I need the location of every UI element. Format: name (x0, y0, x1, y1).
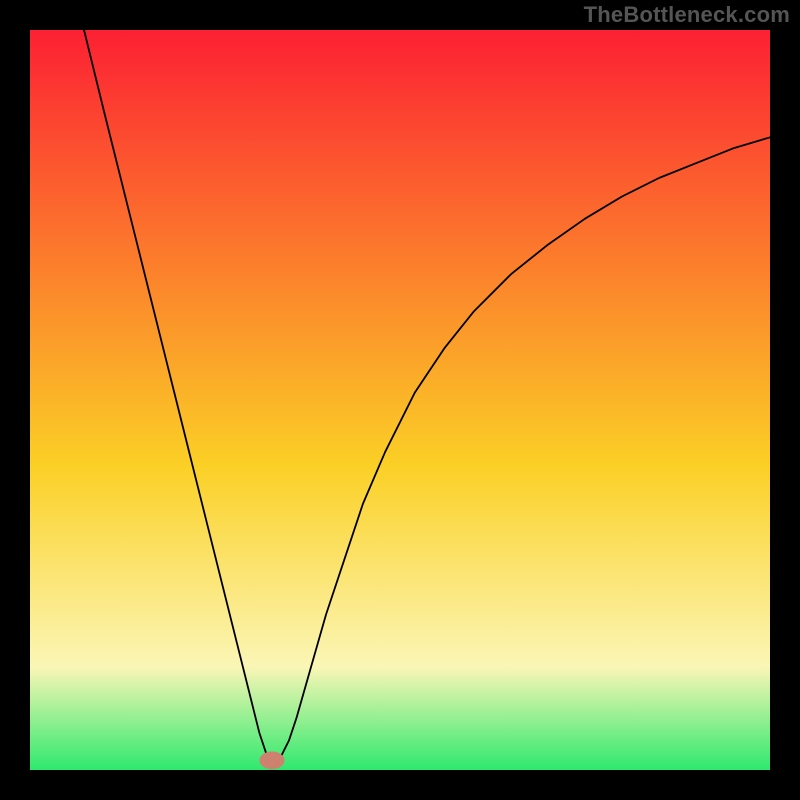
attribution-label: TheBottleneck.com (584, 2, 790, 28)
plot-svg (30, 30, 770, 770)
plot-area (30, 30, 770, 770)
minimum-marker (259, 752, 284, 770)
gradient-background (30, 30, 770, 770)
chart-frame: TheBottleneck.com (0, 0, 800, 800)
